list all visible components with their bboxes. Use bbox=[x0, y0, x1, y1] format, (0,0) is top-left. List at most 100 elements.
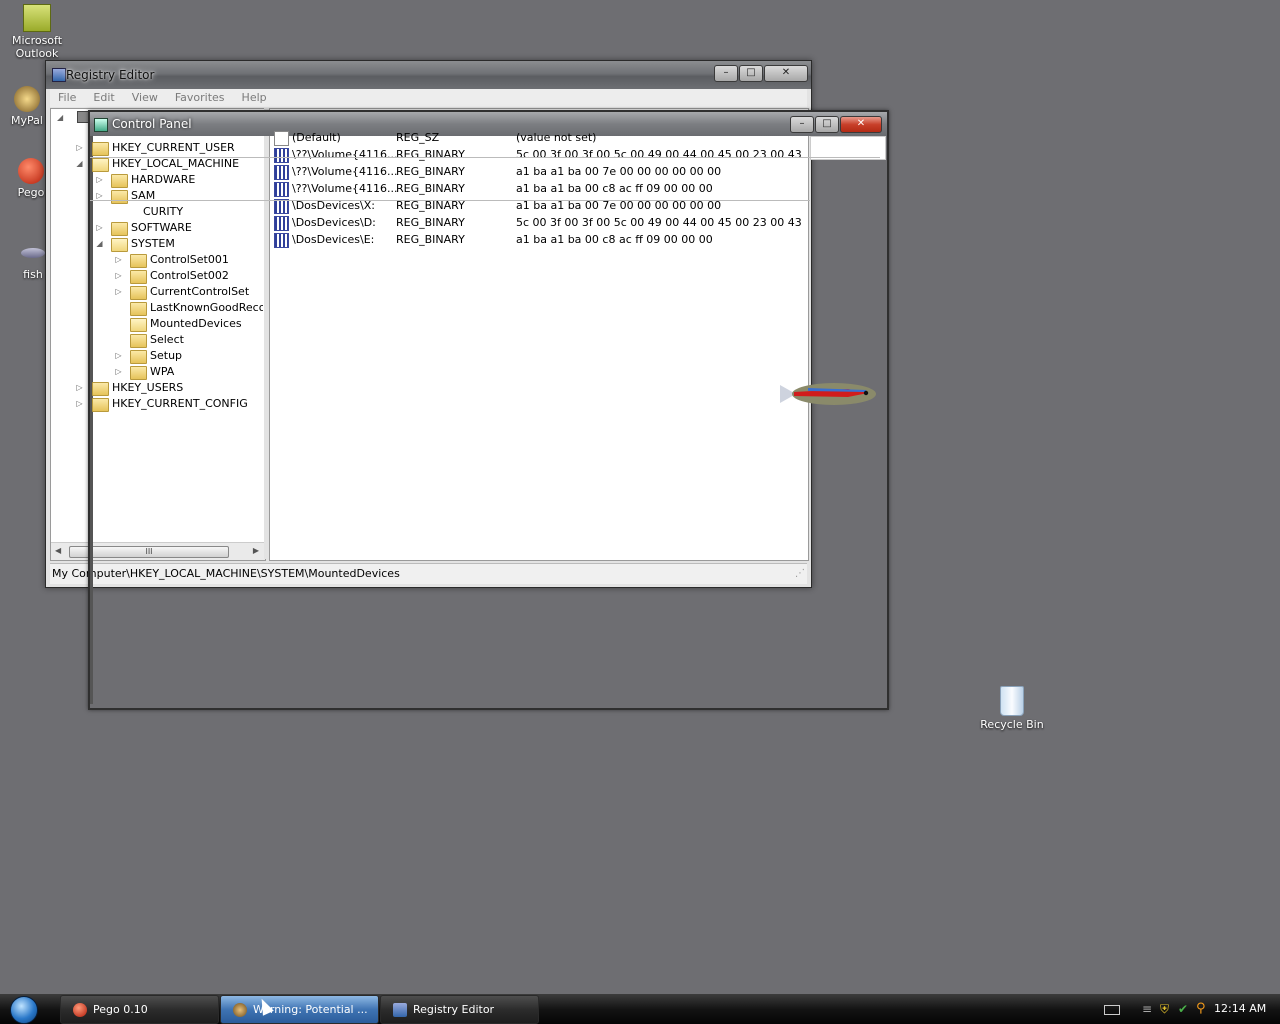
reg-binary-icon bbox=[274, 233, 289, 248]
desktop-icon-label: Microsoft Outlook bbox=[11, 34, 63, 60]
folder-icon bbox=[130, 270, 147, 284]
minimize-button[interactable]: – bbox=[714, 65, 738, 82]
clock[interactable]: 12:14 AM bbox=[1214, 1002, 1266, 1015]
folder-icon bbox=[130, 366, 147, 380]
value-row[interactable]: \??\Volume{4116... REG_BINARY a1 ba a1 b… bbox=[274, 163, 804, 180]
taskbar-button-registry-editor[interactable]: Registry Editor bbox=[380, 995, 539, 1024]
registry-app-icon bbox=[52, 68, 66, 82]
scroll-left-arrow[interactable]: ◀ bbox=[55, 546, 61, 555]
menu-edit[interactable]: Edit bbox=[85, 89, 123, 104]
network-icon[interactable]: ≡ bbox=[1142, 1002, 1152, 1016]
value-data: a1 ba a1 ba 00 c8 ac ff 09 00 00 00 bbox=[516, 182, 713, 195]
value-row[interactable]: \??\Volume{4116... REG_BINARY a1 ba a1 b… bbox=[274, 180, 804, 197]
taskbar-button-pego[interactable]: Pego 0.10 bbox=[60, 995, 219, 1024]
menu-view[interactable]: View bbox=[124, 89, 167, 104]
tree-item-label: MountedDevices bbox=[150, 317, 242, 330]
reg-binary-icon bbox=[274, 148, 289, 163]
desktop-icon-recycle-bin[interactable]: Recycle Bin bbox=[975, 686, 1049, 731]
menu-help[interactable]: Help bbox=[234, 89, 276, 104]
folder-open-icon bbox=[130, 318, 147, 332]
registry-editor-titlebar[interactable]: Registry Editor – □ ✕ bbox=[46, 61, 811, 89]
expand-icon[interactable]: ▷ bbox=[75, 383, 84, 392]
tree-item-label: CURITY bbox=[143, 205, 184, 218]
fish-sprite[interactable] bbox=[778, 377, 878, 411]
folder-icon bbox=[92, 398, 109, 412]
collapse-icon[interactable]: ◢ bbox=[95, 239, 104, 248]
recycle-bin-icon bbox=[1000, 686, 1024, 716]
value-data: a1 ba a1 ba 00 7e 00 00 00 00 00 00 bbox=[516, 165, 722, 178]
value-data: 5c 00 3f 00 3f 00 5c 00 49 00 44 00 45 0… bbox=[516, 148, 804, 161]
value-data: a1 ba a1 ba 00 c8 ac ff 09 00 00 00 bbox=[516, 233, 713, 246]
search-icon[interactable]: ⚲ bbox=[1196, 1001, 1206, 1016]
fish-icon bbox=[780, 383, 876, 405]
security-shield-icon[interactable]: ⛨ bbox=[1160, 1002, 1169, 1017]
folder-icon bbox=[111, 222, 128, 236]
tree-item-label: HKEY_LOCAL_MACHINE bbox=[112, 157, 240, 170]
value-name: \DosDevices\E: bbox=[292, 233, 375, 246]
reg-binary-icon bbox=[274, 165, 289, 180]
expand-icon[interactable]: ▷ bbox=[114, 287, 123, 296]
windows-logo-icon bbox=[10, 996, 38, 1024]
tree-expand-icon[interactable]: ◢ bbox=[57, 113, 65, 122]
maximize-button[interactable]: □ bbox=[815, 116, 839, 133]
expand-icon[interactable]: ▷ bbox=[114, 271, 123, 280]
outlook-icon bbox=[23, 4, 51, 32]
expand-icon[interactable]: ▷ bbox=[114, 367, 123, 376]
desktop-icon-label: Recycle Bin bbox=[980, 718, 1044, 731]
menu-favorites[interactable]: Favorites bbox=[167, 89, 234, 104]
desktop-icon-label: MyPal bbox=[11, 114, 43, 127]
registry-app-icon bbox=[393, 1003, 407, 1017]
value-name: \??\Volume{4116... bbox=[292, 165, 398, 178]
reg-string-icon bbox=[274, 131, 289, 146]
tree-item-label: WPA bbox=[150, 365, 175, 378]
menu-file[interactable]: File bbox=[50, 89, 85, 104]
maximize-button[interactable]: □ bbox=[739, 65, 763, 82]
folder-open-icon bbox=[111, 238, 128, 252]
expand-icon[interactable]: ▷ bbox=[95, 223, 104, 232]
value-row[interactable]: \??\Volume{4116... REG_BINARY 5c 00 3f 0… bbox=[274, 146, 804, 163]
tree-item-label: SYSTEM bbox=[131, 237, 175, 250]
value-row[interactable]: (Default) REG_SZ (value not set) bbox=[274, 129, 804, 146]
taskbar-button-warning[interactable]: Warning: Potential ... bbox=[220, 995, 379, 1024]
keyboard-icon[interactable] bbox=[1104, 1005, 1120, 1015]
tree-item-label: CurrentControlSet bbox=[150, 285, 250, 298]
close-button[interactable]: ✕ bbox=[764, 65, 808, 82]
window-title: Control Panel bbox=[112, 117, 192, 131]
redraw-artifact bbox=[90, 200, 810, 201]
expand-icon[interactable]: ▷ bbox=[114, 255, 123, 264]
tree-item-label: HARDWARE bbox=[131, 173, 196, 186]
menu-bar: File Edit View Favorites Help bbox=[50, 89, 807, 107]
value-type: REG_SZ bbox=[396, 131, 440, 144]
reg-binary-icon bbox=[274, 182, 289, 197]
value-type: REG_BINARY bbox=[396, 233, 465, 246]
value-row[interactable]: \DosDevices\D: REG_BINARY 5c 00 3f 00 3f… bbox=[274, 214, 804, 231]
taskbar: Pego 0.10 Warning: Potential ... Registr… bbox=[0, 994, 1280, 1024]
reg-binary-icon bbox=[274, 199, 289, 214]
start-button[interactable] bbox=[6, 994, 46, 1024]
value-name: \??\Volume{4116... bbox=[292, 182, 398, 195]
value-type: REG_BINARY bbox=[396, 148, 465, 161]
desktop-icon-outlook[interactable]: Microsoft Outlook bbox=[0, 4, 74, 60]
tree-item-label: ControlSet001 bbox=[150, 253, 229, 266]
tree-item-label: Setup bbox=[150, 349, 183, 362]
close-button[interactable]: ✕ bbox=[840, 116, 882, 133]
desktop-icon-label: Pego bbox=[17, 186, 45, 199]
folder-icon bbox=[130, 302, 147, 316]
expand-icon[interactable]: ▷ bbox=[95, 175, 104, 184]
warning-app-icon bbox=[233, 1003, 247, 1017]
tree-item-lastknowngood[interactable]: LastKnownGoodReco bbox=[49, 300, 263, 316]
folder-icon bbox=[130, 254, 147, 268]
safely-remove-icon[interactable]: ✔ bbox=[1178, 1002, 1188, 1016]
expand-icon[interactable]: ▷ bbox=[114, 351, 123, 360]
collapse-icon[interactable]: ◢ bbox=[75, 159, 84, 168]
folder-icon bbox=[92, 142, 109, 156]
expand-icon[interactable]: ▷ bbox=[95, 191, 104, 200]
taskbar-button-label: Registry Editor bbox=[413, 1003, 495, 1016]
expand-icon[interactable]: ▷ bbox=[75, 143, 84, 152]
folder-icon bbox=[92, 382, 109, 396]
window-title: Registry Editor bbox=[66, 68, 155, 82]
expand-icon[interactable]: ▷ bbox=[75, 399, 84, 408]
value-name: (Default) bbox=[292, 131, 341, 144]
value-row[interactable]: \DosDevices\E: REG_BINARY a1 ba a1 ba 00… bbox=[274, 231, 804, 248]
value-type: REG_BINARY bbox=[396, 216, 465, 229]
